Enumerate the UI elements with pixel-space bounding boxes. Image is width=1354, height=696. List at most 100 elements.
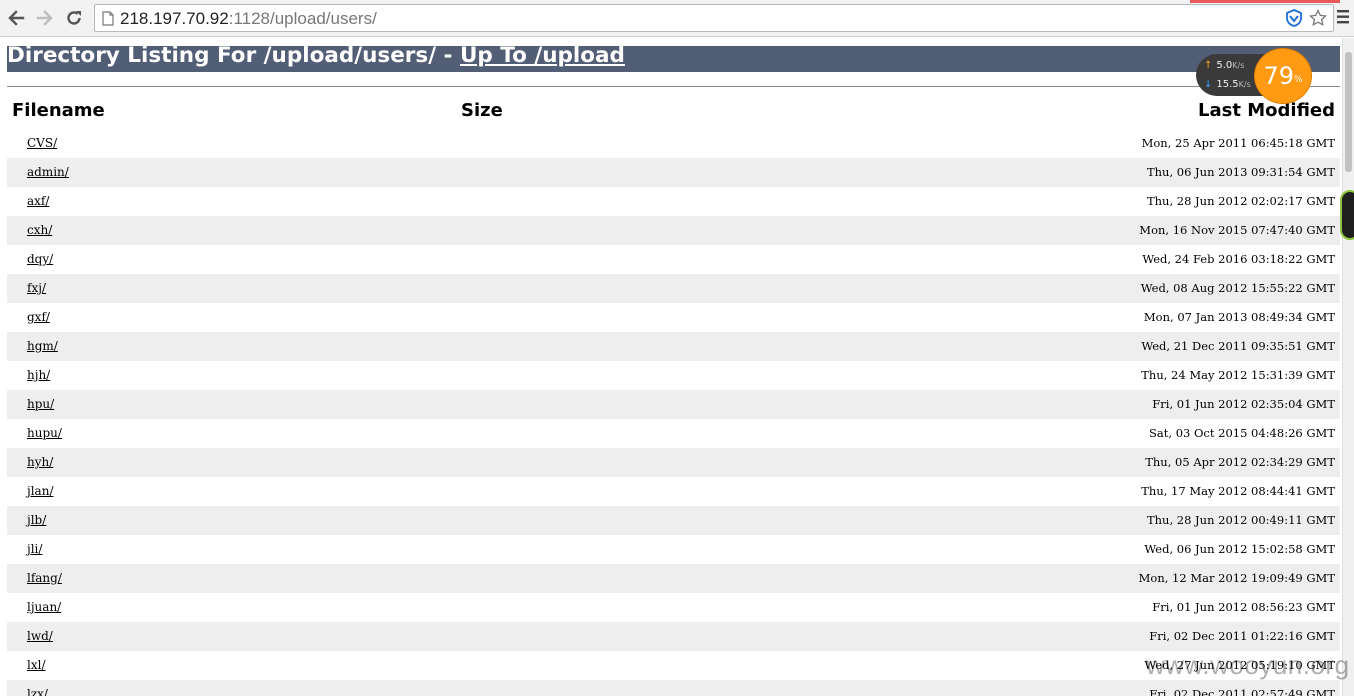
file-link[interactable]: jlan/ bbox=[27, 484, 53, 498]
table-row: lwd/Fri, 02 Dec 2011 01:22:16 GMT bbox=[7, 622, 1340, 651]
address-bar[interactable]: 218.197.70.92:1128/upload/users/ bbox=[94, 4, 1334, 32]
table-row: gxf/Mon, 07 Jan 2013 08:49:34 GMT bbox=[7, 303, 1340, 332]
title-bar: Directory Listing For /upload/users/ - U… bbox=[7, 43, 1340, 72]
file-link[interactable]: hupu/ bbox=[27, 426, 62, 440]
table-row: fxj/Wed, 08 Aug 2012 15:55:22 GMT bbox=[7, 274, 1340, 303]
file-link[interactable]: ljuan/ bbox=[27, 600, 61, 614]
forward-button[interactable] bbox=[33, 6, 57, 30]
last-modified-cell: Thu, 28 Jun 2012 02:02:17 GMT bbox=[1146, 194, 1335, 208]
page-content: Directory Listing For /upload/users/ - U… bbox=[0, 38, 1342, 696]
table-row: cxh/Mon, 16 Nov 2015 07:47:40 GMT bbox=[7, 216, 1340, 245]
last-modified-cell: Fri, 02 Dec 2011 01:22:16 GMT bbox=[1149, 629, 1335, 643]
file-link[interactable]: dqy/ bbox=[27, 252, 53, 266]
title-prefix: Directory Listing For /upload/users/ - bbox=[7, 43, 460, 68]
file-link[interactable]: lfang/ bbox=[27, 571, 62, 585]
file-link[interactable]: hyh/ bbox=[27, 455, 53, 469]
last-modified-cell: Mon, 16 Nov 2015 07:47:40 GMT bbox=[1139, 223, 1335, 237]
file-link[interactable]: hpu/ bbox=[27, 397, 54, 411]
last-modified-cell: Fri, 01 Jun 2012 02:35:04 GMT bbox=[1152, 397, 1335, 411]
bookmark-star-icon[interactable] bbox=[1309, 9, 1327, 27]
reload-button[interactable] bbox=[62, 6, 86, 30]
last-modified-cell: Sat, 03 Oct 2015 04:48:26 GMT bbox=[1149, 426, 1335, 440]
file-link[interactable]: jli/ bbox=[27, 542, 42, 556]
shield-icon[interactable] bbox=[1285, 9, 1303, 27]
table-row: axf/Thu, 28 Jun 2012 02:02:17 GMT bbox=[7, 187, 1340, 216]
last-modified-cell: Fri, 01 Jun 2012 08:56:23 GMT bbox=[1152, 600, 1335, 614]
file-link[interactable]: jlb/ bbox=[27, 513, 46, 527]
file-link[interactable]: hgm/ bbox=[27, 339, 58, 353]
table-row: dqy/Wed, 24 Feb 2016 03:18:22 GMT bbox=[7, 245, 1340, 274]
file-listing: CVS/Mon, 25 Apr 2011 06:45:18 GMT admin/T… bbox=[7, 129, 1340, 696]
table-row: hupu/Sat, 03 Oct 2015 04:48:26 GMT bbox=[7, 419, 1340, 448]
column-header-last-modified: Last Modified bbox=[1198, 100, 1335, 121]
vertical-scrollbar[interactable] bbox=[1342, 38, 1354, 696]
file-link[interactable]: lzx/ bbox=[27, 687, 48, 696]
last-modified-cell: Fri, 02 Dec 2011 02:57:49 GMT bbox=[1149, 687, 1335, 696]
upload-speed: ↑ 5.0K/s bbox=[1204, 60, 1244, 71]
file-link[interactable]: hjh/ bbox=[27, 368, 50, 382]
watermark: www.wooyun.org bbox=[1146, 650, 1350, 680]
back-button[interactable] bbox=[4, 6, 28, 30]
url-path: :1128/upload/users/ bbox=[228, 9, 377, 28]
table-row: jlb/Thu, 28 Jun 2012 00:49:11 GMT bbox=[7, 506, 1340, 535]
reload-icon bbox=[67, 11, 81, 25]
download-value: 15.5 bbox=[1216, 79, 1239, 90]
column-header-filename: Filename bbox=[12, 100, 105, 121]
upload-arrow-icon: ↑ bbox=[1204, 60, 1213, 71]
file-link[interactable]: CVS/ bbox=[27, 136, 57, 150]
table-row: hgm/Wed, 21 Dec 2011 09:35:51 GMT bbox=[7, 332, 1340, 361]
last-modified-cell: Wed, 21 Dec 2011 09:35:51 GMT bbox=[1141, 339, 1335, 353]
back-arrow-icon bbox=[8, 10, 25, 26]
download-speed: ↓ 15.5K/s bbox=[1204, 79, 1251, 90]
divider bbox=[7, 86, 1340, 87]
table-row: ljuan/Fri, 01 Jun 2012 08:56:23 GMT bbox=[7, 593, 1340, 622]
last-modified-cell: Thu, 06 Jun 2013 09:31:54 GMT bbox=[1146, 165, 1335, 179]
table-row: jlan/Thu, 17 May 2012 08:44:41 GMT bbox=[7, 477, 1340, 506]
last-modified-cell: Thu, 05 Apr 2012 02:34:29 GMT bbox=[1145, 455, 1335, 469]
percent-value: 79 bbox=[1263, 62, 1294, 90]
file-link[interactable]: lxl/ bbox=[27, 658, 46, 672]
table-row: hjh/Thu, 24 May 2012 15:31:39 GMT bbox=[7, 361, 1340, 390]
table-row: lzx/Fri, 02 Dec 2011 02:57:49 GMT bbox=[7, 680, 1340, 696]
table-row: lxl/Wed, 27 Jun 2012 05:19:10 GMT bbox=[7, 651, 1340, 680]
column-header-size: Size bbox=[461, 100, 503, 121]
table-row: CVS/Mon, 25 Apr 2011 06:45:18 GMT bbox=[7, 129, 1340, 158]
upload-unit: K/s bbox=[1232, 61, 1245, 70]
forward-arrow-icon bbox=[36, 10, 53, 26]
table-row: lfang/Mon, 12 Mar 2012 19:09:49 GMT bbox=[7, 564, 1340, 593]
download-arrow-icon: ↓ bbox=[1204, 79, 1213, 90]
scrollbar-thumb[interactable] bbox=[1345, 52, 1352, 172]
last-modified-cell: Thu, 24 May 2012 15:31:39 GMT bbox=[1141, 368, 1335, 382]
page-title: Directory Listing For /upload/users/ - U… bbox=[7, 43, 625, 68]
table-row: hyh/Thu, 05 Apr 2012 02:34:29 GMT bbox=[7, 448, 1340, 477]
file-link[interactable]: axf/ bbox=[27, 194, 49, 208]
file-link[interactable]: admin/ bbox=[27, 165, 69, 179]
table-row: hpu/Fri, 01 Jun 2012 02:35:04 GMT bbox=[7, 390, 1340, 419]
url-text[interactable]: 218.197.70.92:1128/upload/users/ bbox=[120, 9, 377, 29]
download-unit: K/s bbox=[1238, 80, 1251, 89]
floating-side-widget[interactable] bbox=[1340, 190, 1354, 240]
menu-icon[interactable] bbox=[1337, 10, 1349, 24]
last-modified-cell: Mon, 12 Mar 2012 19:09:49 GMT bbox=[1138, 571, 1335, 585]
last-modified-cell: Wed, 08 Aug 2012 15:55:22 GMT bbox=[1140, 281, 1335, 295]
last-modified-cell: Thu, 17 May 2012 08:44:41 GMT bbox=[1141, 484, 1335, 498]
last-modified-cell: Mon, 25 Apr 2011 06:45:18 GMT bbox=[1141, 136, 1335, 150]
url-host: 218.197.70.92 bbox=[120, 9, 229, 28]
upload-value: 5.0 bbox=[1216, 60, 1233, 71]
last-modified-cell: Wed, 06 Jun 2012 15:02:58 GMT bbox=[1144, 542, 1335, 556]
last-modified-cell: Thu, 28 Jun 2012 00:49:11 GMT bbox=[1146, 513, 1335, 527]
active-tab-indicator bbox=[1190, 0, 1340, 3]
last-modified-cell: Wed, 24 Feb 2016 03:18:22 GMT bbox=[1142, 252, 1335, 266]
table-row: jli/Wed, 06 Jun 2012 15:02:58 GMT bbox=[7, 535, 1340, 564]
table-row: admin/Thu, 06 Jun 2013 09:31:54 GMT bbox=[7, 158, 1340, 187]
file-link[interactable]: fxj/ bbox=[27, 281, 46, 295]
file-link[interactable]: gxf/ bbox=[27, 310, 50, 324]
last-modified-cell: Mon, 07 Jan 2013 08:49:34 GMT bbox=[1143, 310, 1335, 324]
memory-percent-badge[interactable]: 79% bbox=[1254, 48, 1312, 104]
percent-sign: % bbox=[1293, 75, 1303, 85]
browser-toolbar: 218.197.70.92:1128/upload/users/ bbox=[0, 0, 1354, 37]
page-icon bbox=[102, 11, 114, 26]
file-link[interactable]: cxh/ bbox=[27, 223, 52, 237]
up-to-parent-link[interactable]: Up To /upload bbox=[460, 43, 625, 68]
file-link[interactable]: lwd/ bbox=[27, 629, 53, 643]
